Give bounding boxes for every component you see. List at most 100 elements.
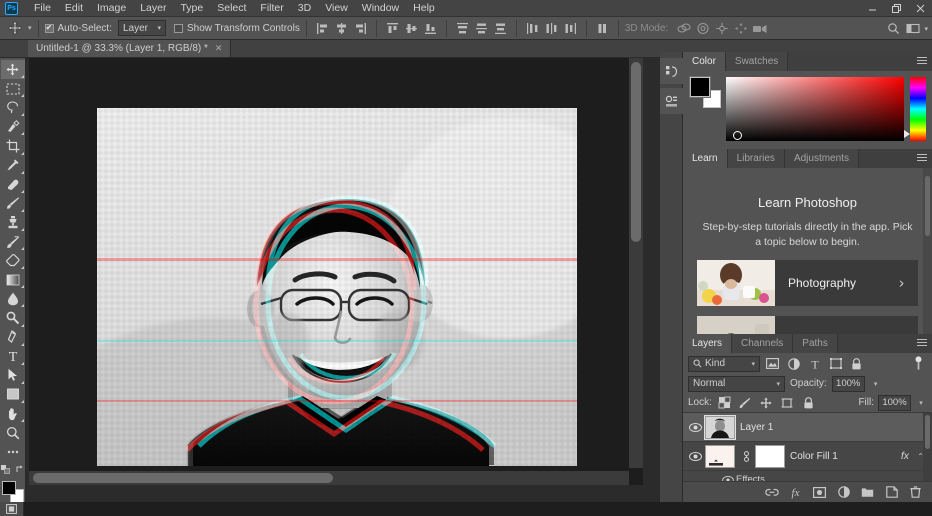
restore-button[interactable] [884, 0, 908, 17]
distribute-top-edges-button[interactable] [453, 19, 472, 38]
tab-color[interactable]: Color [683, 52, 726, 71]
color-panel-menu-icon[interactable] [917, 57, 927, 66]
align-distribute-options-button[interactable] [593, 19, 612, 38]
fill-input[interactable]: 100% [878, 394, 911, 411]
rectangular-marquee-tool[interactable] [1, 79, 25, 98]
hand-tool[interactable] [1, 404, 25, 423]
align-vertical-centers-button[interactable] [402, 19, 421, 38]
hue-slider[interactable] [904, 77, 926, 141]
link-layers-icon[interactable] [764, 486, 779, 499]
properties-panel-icon[interactable] [660, 88, 683, 114]
layer-list-scrollbar[interactable] [923, 413, 932, 481]
artboard[interactable] [97, 108, 577, 466]
table-row[interactable]: Layer 1 [683, 413, 932, 442]
distribute-right-edges-button[interactable] [561, 19, 580, 38]
lock-artboard-nesting-icon[interactable] [779, 394, 796, 411]
rectangle-tool[interactable] [1, 385, 25, 404]
tab-channels[interactable]: Channels [732, 334, 794, 353]
gradient-tool[interactable] [1, 270, 25, 289]
layer-visibility-toggle[interactable] [686, 413, 705, 442]
canvas-horizontal-scrollbar[interactable] [29, 471, 629, 485]
color-spectrum-field[interactable] [726, 77, 904, 141]
new-adjustment-layer-icon[interactable] [837, 486, 850, 499]
new-layer-icon[interactable] [885, 486, 898, 499]
blend-mode-dropdown[interactable]: Normal ▾ [688, 375, 785, 392]
table-row[interactable]: Color Fill 1 fx ⌃ [683, 442, 932, 471]
screen-mode-icon[interactable] [0, 502, 24, 516]
align-horizontal-centers-button[interactable] [332, 19, 351, 38]
foreground-color-swatch[interactable] [1, 481, 16, 496]
layer-mask-link-icon[interactable] [740, 450, 752, 462]
type-layer-filter-icon[interactable]: T [806, 355, 823, 372]
menu-select[interactable]: Select [210, 0, 253, 17]
crop-tool[interactable] [1, 136, 25, 155]
menu-help[interactable]: Help [406, 0, 442, 17]
smart-object-filter-icon[interactable] [848, 355, 865, 372]
tab-learn[interactable]: Learn [683, 149, 728, 168]
eraser-tool[interactable] [1, 251, 25, 270]
scale-3d-button[interactable] [750, 19, 769, 38]
menu-view[interactable]: View [318, 0, 355, 17]
layer-list-scroll-thumb[interactable] [925, 415, 930, 449]
eyedropper-tool[interactable] [1, 156, 25, 175]
pen-tool[interactable] [1, 328, 25, 347]
edit-toolbar-tool[interactable] [1, 442, 25, 461]
layer-visibility-toggle[interactable] [686, 442, 705, 471]
tab-swatches[interactable]: Swatches [725, 52, 789, 71]
canvas-vertical-scrollbar[interactable] [629, 58, 643, 468]
filter-toggle-icon[interactable] [910, 355, 927, 372]
show-transform-checkbox-box[interactable] [174, 23, 183, 33]
menu-image[interactable]: Image [90, 0, 133, 17]
align-right-edges-button[interactable] [351, 19, 370, 38]
document-window[interactable] [29, 58, 643, 485]
lasso-tool[interactable] [1, 98, 25, 117]
type-tool[interactable]: T [1, 347, 25, 366]
quick-selection-tool[interactable] [1, 117, 25, 136]
dodge-tool[interactable] [1, 308, 25, 327]
opacity-input[interactable]: 100% [831, 375, 865, 392]
menu-window[interactable]: Window [355, 0, 406, 17]
canvas-horizontal-scroll-thumb[interactable] [33, 473, 333, 483]
fill-stepper-caret-icon[interactable]: ▾ [915, 395, 927, 411]
adjustment-layer-filter-icon[interactable] [785, 355, 802, 372]
add-layer-mask-icon[interactable] [813, 486, 827, 499]
search-icon[interactable] [884, 19, 903, 38]
menu-3d[interactable]: 3D [291, 0, 318, 17]
pixel-layer-filter-icon[interactable] [764, 355, 781, 372]
effects-visibility-toggle[interactable] [720, 471, 736, 481]
lock-image-pixels-icon[interactable] [737, 394, 754, 411]
auto-select-scope-dropdown[interactable]: Layer ▾ [118, 20, 166, 36]
workspace-chevron-icon[interactable]: ▾ [924, 25, 928, 33]
learn-panel-scroll-thumb[interactable] [925, 176, 930, 236]
minimize-button[interactable] [860, 0, 884, 17]
menu-file[interactable]: File [27, 0, 58, 17]
layer-effects-indicator[interactable]: fx [901, 450, 909, 462]
path-selection-tool[interactable] [1, 366, 25, 385]
menu-layer[interactable]: Layer [133, 0, 173, 17]
align-bottom-edges-button[interactable] [421, 19, 440, 38]
delete-layer-icon[interactable] [909, 486, 922, 499]
workspace-switcher-icon[interactable] [903, 19, 922, 38]
distribute-left-edges-button[interactable] [523, 19, 542, 38]
document-tab[interactable]: Untitled-1 @ 33.3% (Layer 1, RGB/8) * ✕ [28, 39, 232, 57]
canvas-area[interactable] [26, 58, 660, 502]
align-left-edges-button[interactable] [313, 19, 332, 38]
lock-all-icon[interactable] [800, 394, 817, 411]
add-layer-style-icon[interactable]: fx [789, 486, 802, 499]
opacity-stepper-caret-icon[interactable]: ▾ [870, 376, 882, 392]
list-item-effects[interactable]: Effects [683, 471, 932, 481]
shape-layer-filter-icon[interactable] [827, 355, 844, 372]
pan-3d-button[interactable] [712, 19, 731, 38]
clone-stamp-tool[interactable] [1, 213, 25, 232]
canvas-vertical-scroll-thumb[interactable] [631, 62, 641, 242]
auto-select-checkbox-box[interactable]: ✔ [44, 23, 54, 33]
distribute-horizontal-centers-button[interactable] [542, 19, 561, 38]
distribute-bottom-edges-button[interactable] [491, 19, 510, 38]
auto-select-checkbox[interactable]: ✔ Auto-Select: [44, 23, 112, 34]
distribute-vertical-centers-button[interactable] [472, 19, 491, 38]
close-button[interactable] [908, 0, 932, 17]
hue-slider-marker[interactable] [904, 130, 910, 138]
lock-transparent-pixels-icon[interactable] [716, 394, 733, 411]
menu-edit[interactable]: Edit [58, 0, 90, 17]
tab-paths[interactable]: Paths [793, 334, 838, 353]
